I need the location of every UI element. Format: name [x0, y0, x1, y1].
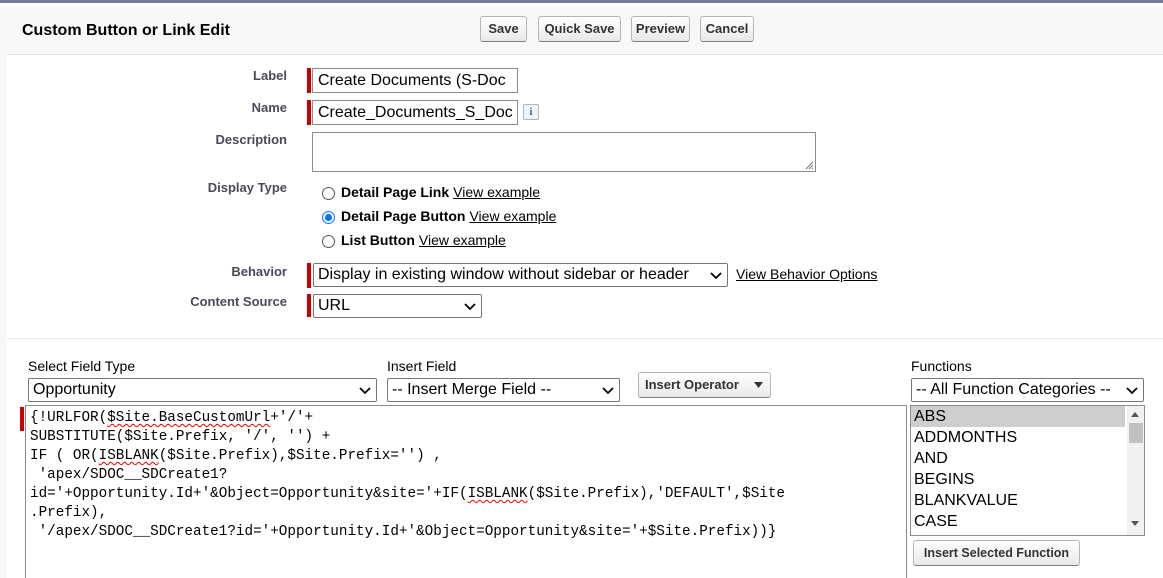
chevron-down-icon [710, 272, 722, 280]
code-token: ISBLANK [467, 486, 528, 502]
code-line: IF ( OR(ISBLANK($Site.Prefix),$Site.Pref… [30, 448, 442, 464]
save-button[interactable]: Save [480, 16, 527, 42]
content-source-value: URL [318, 297, 351, 314]
edit-panel: Label Create Documents (S-Doc Name Creat… [7, 55, 1163, 578]
functions-listbox[interactable]: ABS ADDMONTHS AND BEGINS BLANKVALUE CASE [910, 405, 1145, 536]
content-source-label: Content Source [190, 294, 287, 309]
scrollbar-thumb[interactable] [1129, 423, 1143, 443]
select-field-type-label: Select Field Type [28, 358, 136, 374]
chevron-down-icon [1126, 387, 1138, 395]
scroll-up-icon[interactable] [1131, 412, 1139, 417]
description-field-label: Description [215, 132, 287, 147]
option-label: Detail Page Button [341, 208, 466, 224]
radio-detail-page-button[interactable] [322, 211, 335, 224]
name-input[interactable]: Create_Documents_S_Doc [312, 100, 518, 125]
functions-label: Functions [911, 358, 972, 374]
cancel-button[interactable]: Cancel [700, 16, 754, 42]
function-item[interactable]: CASE [911, 511, 1144, 532]
code-line: id='+Opportunity.Id+'&Object=Opportunity… [30, 486, 786, 502]
chevron-down-icon [359, 387, 371, 395]
name-field-label: Name [251, 100, 287, 115]
option-detail-page-button: Detail Page Button View example [341, 208, 556, 224]
scroll-down-icon[interactable] [1131, 521, 1139, 526]
function-item[interactable]: ABS [911, 406, 1125, 427]
code-line: SUBSTITUTE($Site.Prefix, '/', '') + [30, 429, 331, 445]
insert-operator-label: Insert Operator [645, 377, 739, 392]
view-example-link[interactable]: View example [453, 184, 540, 200]
radio-list-button[interactable] [322, 235, 335, 248]
required-indicator [307, 263, 311, 288]
preview-button[interactable]: Preview [631, 16, 690, 42]
chevron-down-icon [602, 387, 614, 395]
behavior-select[interactable]: Display in existing window without sideb… [313, 263, 728, 287]
view-example-link[interactable]: View example [469, 208, 556, 224]
display-type-label: Display Type [207, 180, 287, 195]
option-detail-page-link: Detail Page Link View example [341, 184, 540, 200]
function-item[interactable]: AND [911, 448, 1144, 469]
label-input[interactable]: Create Documents (S-Doc [312, 68, 518, 93]
insert-selected-function-button[interactable]: Insert Selected Function [913, 540, 1080, 566]
radio-detail-page-link[interactable] [322, 187, 335, 200]
insert-field-label: Insert Field [387, 358, 457, 374]
content-source-select[interactable]: URL [313, 294, 482, 318]
page-title: Custom Button or Link Edit [22, 22, 230, 39]
required-indicator [307, 100, 311, 125]
option-label: Detail Page Link [341, 184, 450, 200]
code-line: 'apex/SDOC__SDCreate1? [30, 467, 228, 483]
view-example-link[interactable]: View example [419, 232, 506, 248]
behavior-label: Behavior [231, 264, 287, 279]
page-header: Custom Button or Link Edit Save Quick Sa… [7, 6, 1163, 55]
chevron-down-icon [464, 303, 476, 311]
field-type-select[interactable]: Opportunity [28, 378, 377, 402]
info-icon[interactable]: i [523, 104, 539, 120]
option-label: List Button [341, 232, 415, 248]
required-indicator [307, 68, 311, 93]
behavior-value: Display in existing window without sideb… [318, 266, 689, 283]
field-type-value: Opportunity [33, 381, 116, 398]
view-behavior-options-link[interactable]: View Behavior Options [736, 266, 877, 282]
resize-handle-icon[interactable] [805, 161, 814, 170]
option-list-button: List Button View example [341, 232, 506, 248]
function-item[interactable]: ADDMONTHS [911, 427, 1144, 448]
insert-field-select[interactable]: -- Insert Merge Field -- [387, 378, 620, 402]
formula-editor[interactable]: {!URLFOR($Site.BaseCustomUrl+'/'+ SUBSTIT… [25, 405, 907, 578]
code-token: ISBLANK [98, 448, 159, 464]
label-field-label: Label [253, 68, 287, 83]
code-token: $Site.BaseCustomUrl [107, 410, 271, 426]
code-line: '/apex/SDOC__SDCreate1?id='+Opportunity.… [30, 524, 777, 540]
scrollbar[interactable] [1127, 406, 1144, 535]
section-divider [7, 338, 1163, 339]
insert-field-value: -- Insert Merge Field -- [392, 381, 552, 398]
description-textarea[interactable] [312, 132, 816, 172]
code-line: {!URLFOR($Site.BaseCustomUrl+'/'+ [30, 410, 314, 426]
code-line: .Prefix), [30, 505, 108, 521]
insert-operator-button[interactable]: Insert Operator [638, 372, 771, 398]
required-indicator [20, 407, 24, 431]
function-category-value: -- All Function Categories -- [916, 381, 1111, 398]
function-category-select[interactable]: -- All Function Categories -- [911, 378, 1144, 402]
function-item[interactable]: BLANKVALUE [911, 490, 1144, 511]
quick-save-button[interactable]: Quick Save [538, 16, 621, 42]
function-item[interactable]: BEGINS [911, 469, 1144, 490]
dropdown-arrow-icon [754, 382, 763, 388]
required-indicator [307, 294, 311, 317]
